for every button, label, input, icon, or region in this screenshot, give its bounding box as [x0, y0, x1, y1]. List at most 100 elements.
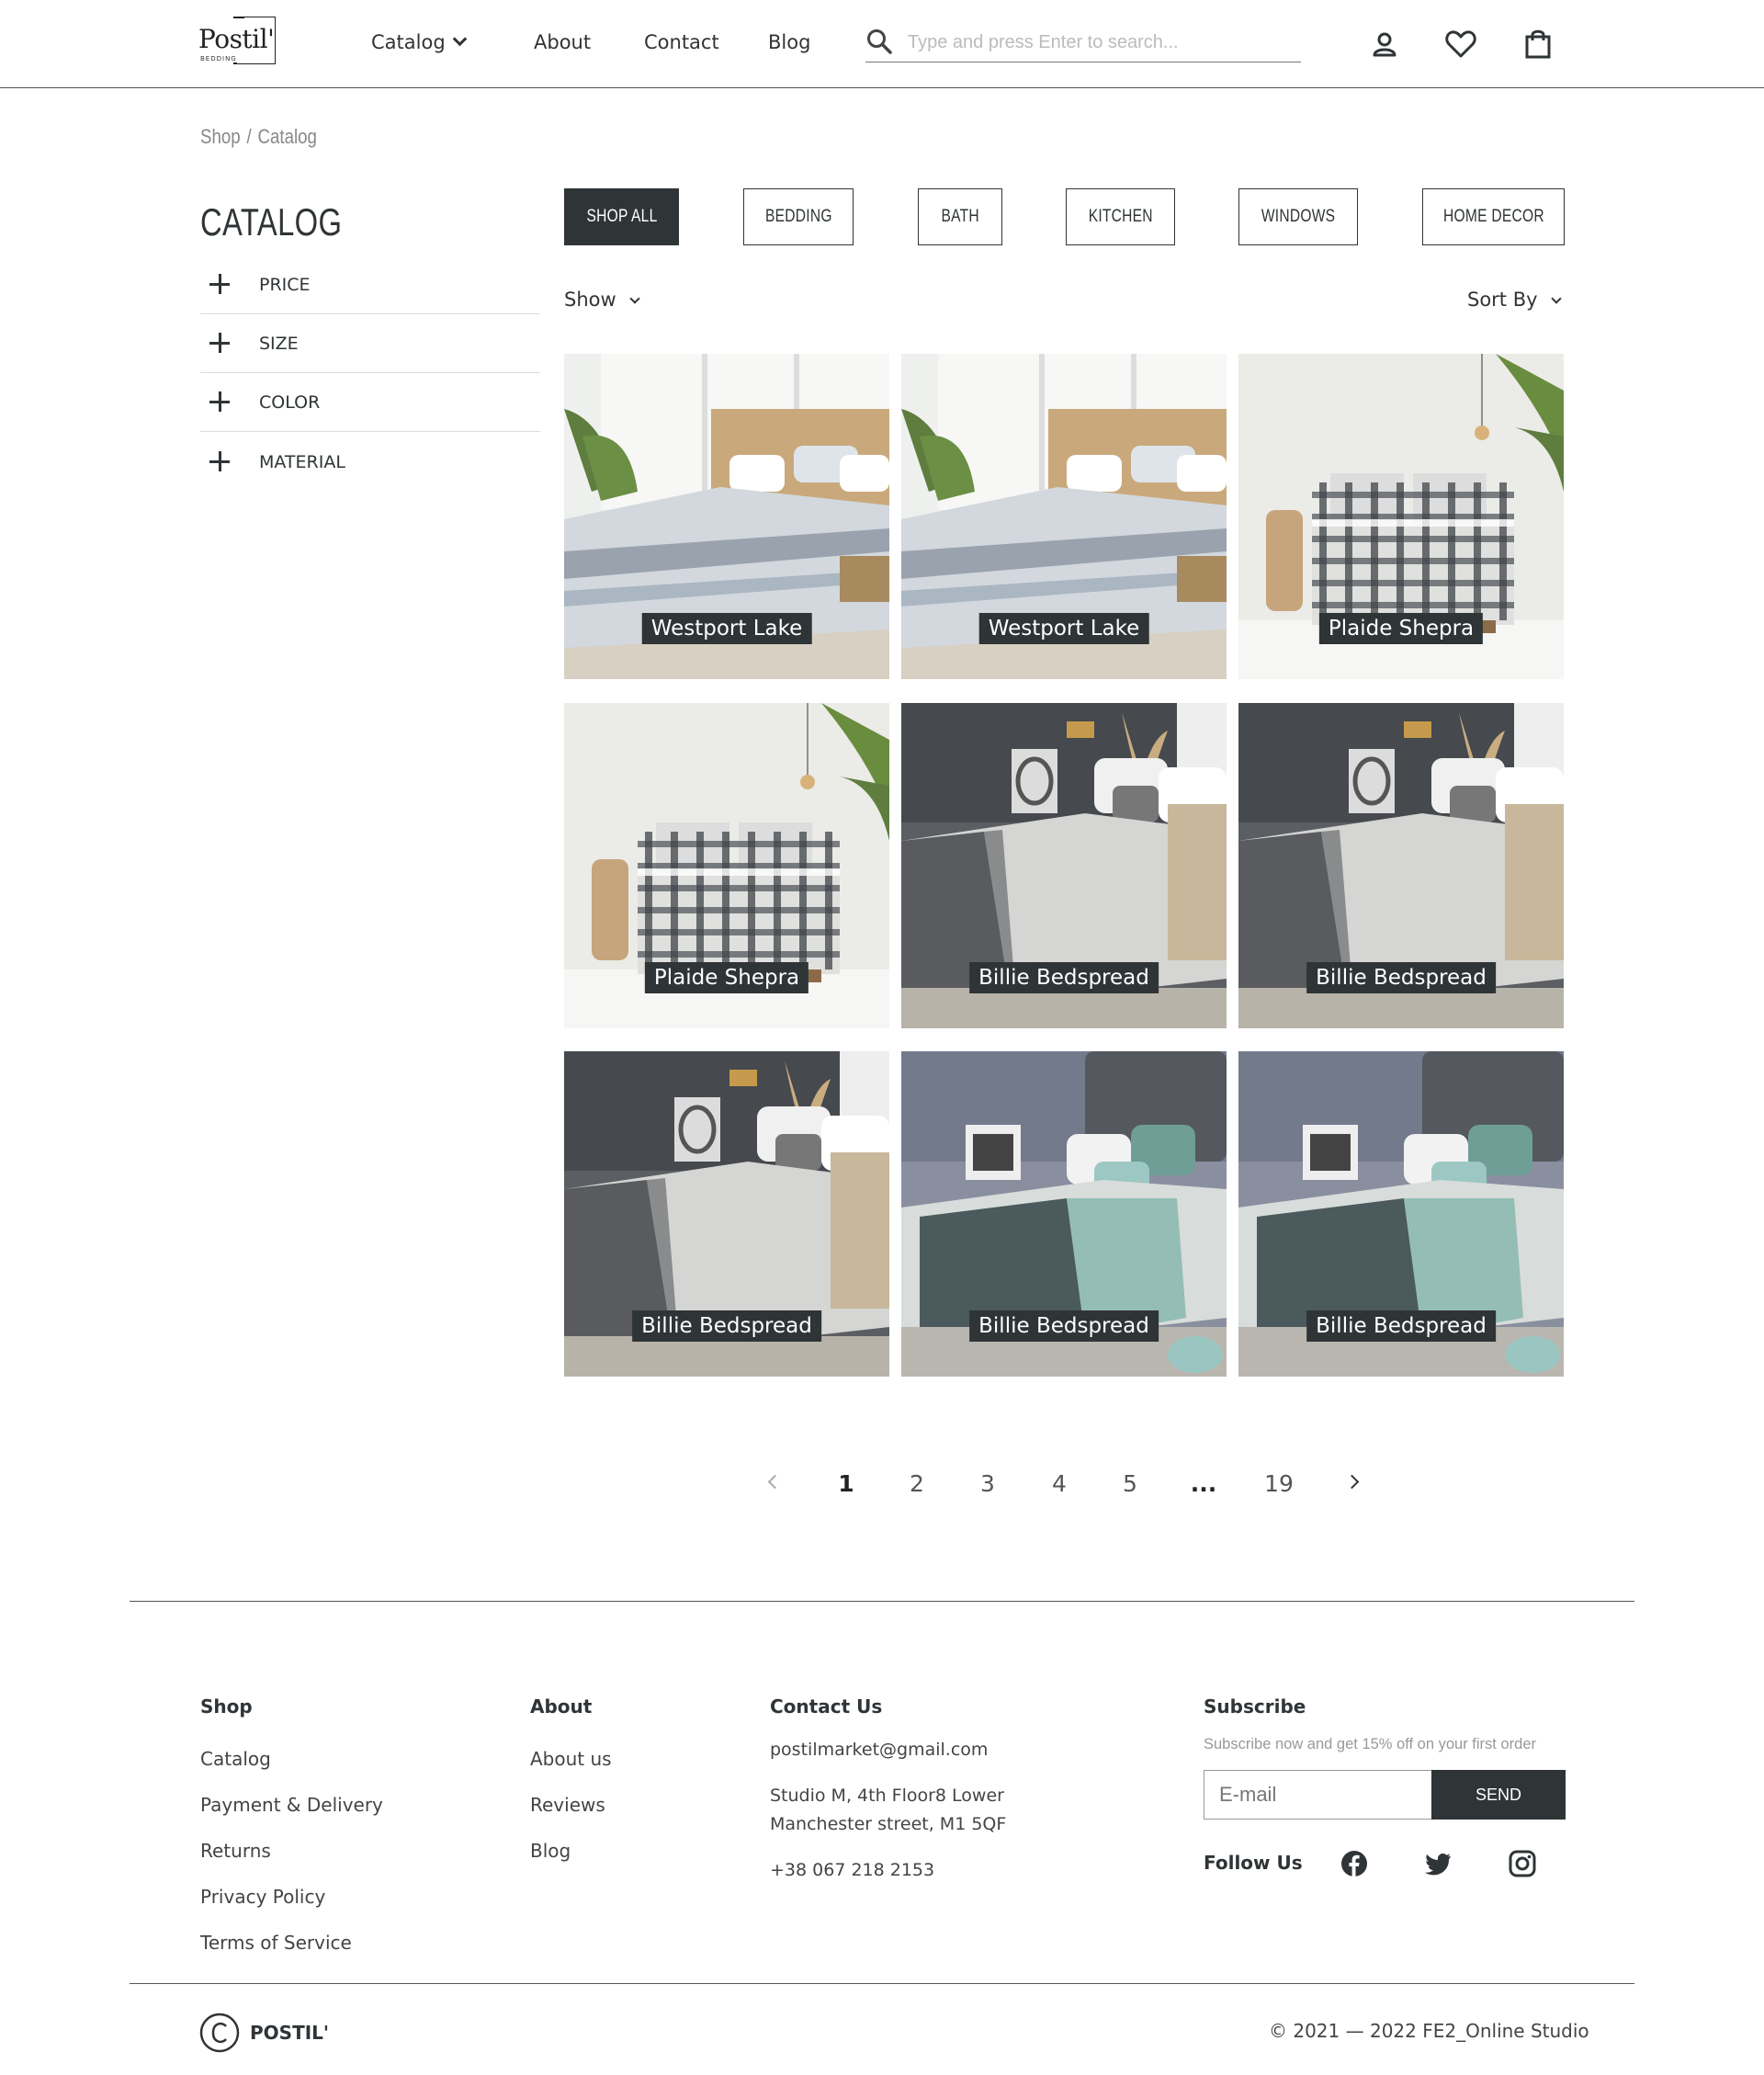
- product-card[interactable]: Billie Bedspread: [564, 1051, 889, 1377]
- shopping-bag-icon[interactable]: [1520, 26, 1556, 62]
- product-name: Billie Bedspread: [1306, 1310, 1496, 1342]
- product-name: Billie Bedspread: [1306, 962, 1496, 993]
- product-name: Billie Bedspread: [969, 962, 1159, 993]
- product-card[interactable]: Billie Bedspread: [1238, 1051, 1564, 1377]
- product-card[interactable]: Plaide Shepra: [1238, 354, 1564, 679]
- footer-link-blog[interactable]: Blog: [530, 1840, 571, 1862]
- user-icon[interactable]: [1366, 26, 1403, 62]
- logo-frame: [233, 17, 276, 64]
- footer-link-payment[interactable]: Payment & Delivery: [200, 1794, 383, 1816]
- footer-brand: POSTIL': [250, 2022, 330, 2044]
- product-name: Plaide Shepra: [1318, 613, 1484, 644]
- product-card[interactable]: Westport Lake: [901, 354, 1227, 679]
- show-label: Show: [564, 289, 616, 311]
- sort-dropdown[interactable]: Sort By: [1467, 289, 1562, 311]
- tab-home-decor[interactable]: HOME DECOR: [1422, 188, 1565, 245]
- tab-label: SHOP ALL: [585, 207, 658, 226]
- twitter-icon[interactable]: [1423, 1849, 1453, 1878]
- tab-label: BATH: [941, 207, 979, 226]
- breadcrumb-shop[interactable]: Shop: [200, 125, 241, 148]
- tab-shop-all[interactable]: SHOP ALL: [564, 188, 679, 245]
- facebook-icon[interactable]: [1340, 1849, 1369, 1878]
- page-3[interactable]: 3: [969, 1470, 1006, 1497]
- page-19[interactable]: 19: [1261, 1470, 1297, 1497]
- logo-subtitle: BEDDING: [200, 55, 237, 62]
- show-dropdown[interactable]: Show: [564, 289, 640, 311]
- send-button[interactable]: SEND: [1431, 1770, 1566, 1820]
- filter-price[interactable]: PRICE: [200, 255, 540, 314]
- nav-catalog-label: Catalog: [371, 31, 446, 53]
- footer-contact-title: Contact Us: [770, 1695, 883, 1718]
- footer-divider: [130, 1601, 1634, 1602]
- footer-link-returns[interactable]: Returns: [200, 1840, 271, 1862]
- filter-color[interactable]: COLOR: [200, 373, 540, 432]
- email-input[interactable]: [1204, 1771, 1433, 1819]
- email-field: [1204, 1770, 1433, 1820]
- search-input[interactable]: [908, 29, 1294, 55]
- chevron-down-icon: [452, 31, 467, 47]
- product-card[interactable]: Westport Lake: [564, 354, 889, 679]
- plus-icon: [209, 274, 230, 294]
- tab-label: BEDDING: [764, 207, 832, 226]
- footer-bottom-divider: [130, 1983, 1634, 1984]
- product-name: Westport Lake: [641, 613, 812, 644]
- product-name: Westport Lake: [978, 613, 1149, 644]
- product-card[interactable]: Billie Bedspread: [901, 1051, 1227, 1377]
- contact-phone[interactable]: +38 067 218 2153: [770, 1860, 934, 1880]
- footer-link-privacy[interactable]: Privacy Policy: [200, 1886, 325, 1908]
- catalog-title: CATALOG: [200, 200, 343, 244]
- product-card[interactable]: Plaide Shepra: [564, 703, 889, 1028]
- page-5[interactable]: 5: [1112, 1470, 1148, 1497]
- contact-address-line1: Studio M, 4th Floor8 Lower: [770, 1786, 1004, 1806]
- logo[interactable]: Postil' BEDDING: [198, 17, 276, 68]
- page-1[interactable]: 1: [828, 1470, 865, 1497]
- page-2[interactable]: 2: [899, 1470, 935, 1497]
- product-card[interactable]: Billie Bedspread: [1238, 703, 1564, 1028]
- copyright-icon: [199, 2013, 240, 2053]
- chevron-left-icon[interactable]: [767, 1474, 783, 1490]
- filter-label: PRICE: [259, 275, 311, 295]
- breadcrumb-separator: /: [246, 125, 252, 148]
- tab-kitchen[interactable]: KITCHEN: [1066, 188, 1175, 245]
- tab-bath[interactable]: BATH: [918, 188, 1002, 245]
- page-ellipsis: ...: [1190, 1470, 1217, 1497]
- filter-size[interactable]: SIZE: [200, 314, 540, 373]
- breadcrumb-current: Catalog: [257, 125, 317, 148]
- product-card[interactable]: Billie Bedspread: [901, 703, 1227, 1028]
- chevron-down-icon: [629, 293, 640, 304]
- plus-icon: [209, 451, 230, 471]
- contact-address-line2: Manchester street, M1 5QF: [770, 1814, 1007, 1834]
- footer-link-catalog[interactable]: Catalog: [200, 1748, 271, 1770]
- footer-link-terms[interactable]: Terms of Service: [200, 1932, 352, 1954]
- instagram-icon[interactable]: [1508, 1849, 1537, 1878]
- breadcrumb: Shop / Catalog: [200, 125, 317, 149]
- footer-about-title: About: [530, 1695, 593, 1718]
- copyright-text: © 2021 — 2022 FE2_Online Studio: [1269, 2020, 1589, 2042]
- filter-label: SIZE: [259, 334, 299, 354]
- nav-catalog[interactable]: Catalog: [371, 31, 467, 53]
- footer-shop-title: Shop: [200, 1695, 253, 1718]
- page-4[interactable]: 4: [1041, 1470, 1078, 1497]
- search-icon[interactable]: [865, 28, 893, 55]
- nav-contact[interactable]: Contact: [644, 31, 719, 53]
- tab-windows[interactable]: WINDOWS: [1238, 188, 1358, 245]
- nav-about[interactable]: About: [534, 31, 591, 53]
- nav-blog[interactable]: Blog: [768, 31, 810, 53]
- contact-email[interactable]: postilmarket@gmail.com: [770, 1740, 988, 1760]
- tab-label: KITCHEN: [1088, 207, 1153, 226]
- filter-label: COLOR: [259, 392, 321, 413]
- follow-us-label: Follow Us: [1204, 1852, 1303, 1874]
- tab-bedding[interactable]: BEDDING: [743, 188, 854, 245]
- tab-label: WINDOWS: [1261, 207, 1336, 226]
- heart-icon[interactable]: [1442, 26, 1479, 62]
- product-name: Plaide Shepra: [644, 962, 809, 993]
- product-name: Billie Bedspread: [969, 1310, 1159, 1342]
- product-name: Billie Bedspread: [632, 1310, 821, 1342]
- footer-link-about-us[interactable]: About us: [530, 1748, 612, 1770]
- footer-link-reviews[interactable]: Reviews: [530, 1794, 605, 1816]
- filter-material[interactable]: MATERIAL: [200, 433, 540, 492]
- chevron-right-icon[interactable]: [1344, 1474, 1360, 1490]
- plus-icon: [209, 333, 230, 353]
- tab-label: HOME DECOR: [1442, 207, 1544, 226]
- footer-subscribe-title: Subscribe: [1204, 1695, 1306, 1718]
